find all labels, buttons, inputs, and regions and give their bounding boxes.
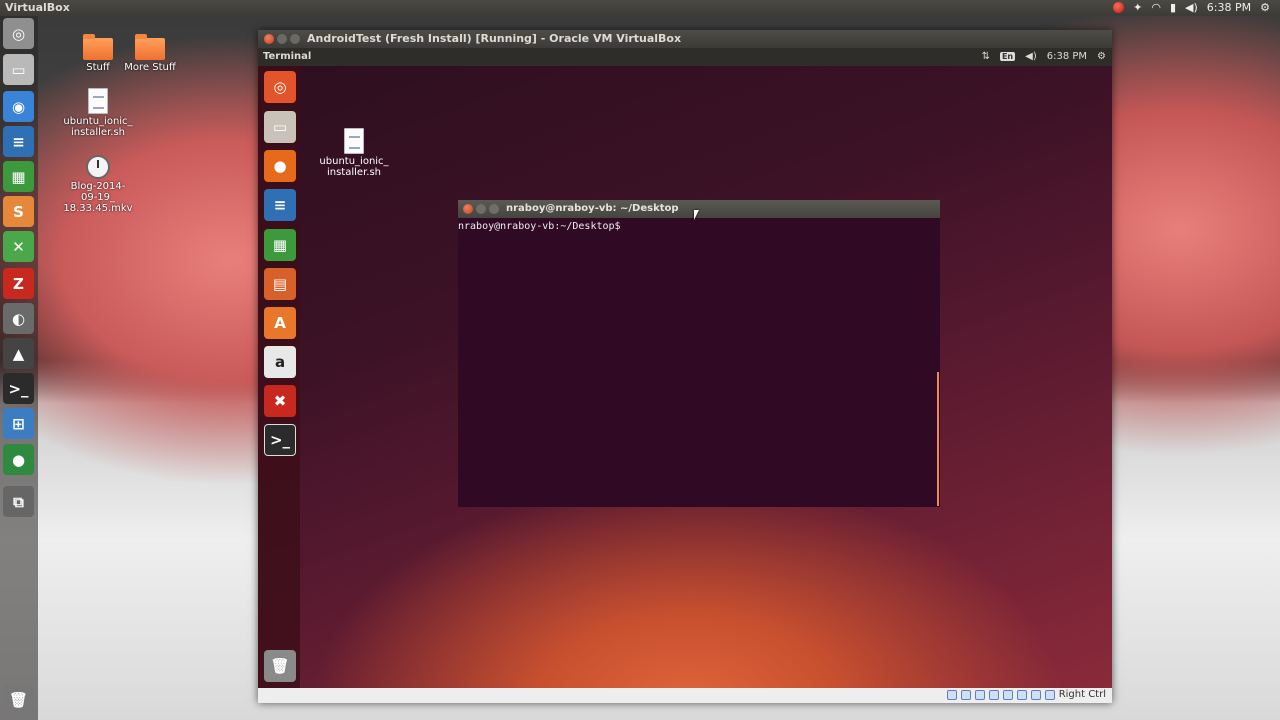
minimize-button[interactable] [277,34,287,44]
terminal-minimize-button[interactable] [476,204,486,214]
terminal-title: nraboy@nraboy-vb: ~/Desktop [506,203,679,214]
vbox-statusbar: Right Ctrl [258,688,1112,703]
desktop-item[interactable]: More Stuff [115,34,185,73]
desktop-item-label: Blog-2014-09-19_ 18.33.45.mkv [63,181,133,214]
mouse-cursor [694,210,699,220]
trash-icon[interactable]: 🗑 [264,650,296,682]
inkscape-icon[interactable]: ▲ [3,338,34,369]
dropbox-icon[interactable]: ✦ [1133,1,1142,14]
guest-clock[interactable]: 6:38 PM [1047,51,1087,62]
globe-icon[interactable]: ● [3,444,34,475]
status-icons: Right Ctrl [946,689,1106,700]
terminal-prompt: nraboy@nraboy-vb:~/Desktop$ [458,221,621,232]
terminal-body[interactable]: nraboy@nraboy-vb:~/Desktop$ [458,218,940,232]
mouse-integration-icon[interactable] [1044,689,1055,700]
calc-icon[interactable]: ▦ [264,229,296,261]
files-icon[interactable]: ▭ [3,54,34,85]
desktop-item[interactable]: ubuntu_ionic_ installer.sh [63,88,133,138]
virtualbox-window: AndroidTest (Fresh Install) [Running] - … [258,30,1112,703]
writer-icon[interactable]: ≡ [264,189,296,221]
vbox-title: AndroidTest (Fresh Install) [Running] - … [307,32,682,45]
recording-icon[interactable] [1030,689,1041,700]
guest-tray: ⇅ En ◀) 6:38 PM ⚙ [982,51,1106,62]
record-icon[interactable] [1113,2,1125,13]
harddisk-icon[interactable] [946,689,957,700]
workspace-icon[interactable]: ⧉ [3,486,34,517]
host-clock[interactable]: 6:38 PM [1207,1,1251,14]
calc-icon[interactable]: ▦ [3,161,34,192]
optical-drive-icon[interactable] [960,689,971,700]
tools-icon[interactable]: ✕ [3,231,34,262]
guest-screen[interactable]: ◎ ▭ ● ≡ ▦ ▤ Aa ✖ >_ 🗑 ubuntu_ionic_ installer.sh … [258,66,1112,688]
host-app-title: VirtualBox [5,1,70,14]
folder-icon [135,34,165,60]
host-key-label: Right Ctrl [1058,689,1106,700]
terminal-close-button[interactable] [463,204,473,214]
guest-launcher: ◎ ▭ ● ≡ ▦ ▤ Aa ✖ >_ 🗑 [258,66,300,688]
shared-folder-icon[interactable] [988,689,999,700]
monitor-icon[interactable]: ⊞ [3,408,34,439]
close-button[interactable] [264,34,274,44]
trash-icon[interactable]: 🗑 [3,684,34,715]
terminal-titlebar[interactable]: nraboy@nraboy-vb: ~/Desktop [458,200,940,218]
desktop-item-label: ubuntu_ionic_ installer.sh [63,116,133,138]
wifi-icon[interactable]: ◠ [1151,1,1161,14]
volume-icon[interactable]: ◀) [1025,51,1037,62]
host-launcher: ◎ ▭ ◉ ≡ ▦ S ✕ Z ◐ ▲ >_ ⊞ ● ⧉ 🗑 [0,16,38,720]
script-file-icon [88,88,108,114]
terminal-scrollbar[interactable] [937,372,939,506]
sublime-icon[interactable]: S [3,196,34,227]
network-adapter-icon[interactable] [1002,689,1013,700]
script-file-icon [344,128,364,154]
terminal-maximize-button[interactable] [489,204,499,214]
video-file-icon [86,155,110,179]
chromium-icon[interactable]: ◉ [3,91,34,122]
folder-icon [83,34,113,60]
firefox-icon[interactable]: ● [264,150,296,182]
guest-app-title: Terminal [263,51,312,62]
battery-icon[interactable]: ▮ [1170,1,1176,14]
terminal-icon[interactable]: >_ [3,373,34,404]
host-topbar: VirtualBox ✦ ◠ ▮ ◀) 6:38 PM ⚙ [0,0,1280,16]
vbox-titlebar[interactable]: AndroidTest (Fresh Install) [Running] - … [258,30,1112,48]
filezilla-icon[interactable]: Z [3,268,34,299]
guest-file-label: ubuntu_ionic_ installer.sh [319,156,389,178]
display-icon[interactable] [1016,689,1027,700]
writer-icon[interactable]: ≡ [3,126,34,157]
impress-icon[interactable]: ▤ [264,268,296,300]
dash-icon[interactable]: ◎ [3,18,34,49]
host-tray: ✦ ◠ ▮ ◀) 6:38 PM ⚙ [1113,1,1270,14]
camera-icon[interactable]: ◐ [3,303,34,334]
guest-topbar: Terminal ⇅ En ◀) 6:38 PM ⚙ [258,48,1112,66]
guest-desktop-file[interactable]: ubuntu_ionic_ installer.sh [316,128,392,178]
keyboard-layout[interactable]: En [999,52,1016,61]
settings-icon[interactable]: ✖ [264,385,296,417]
files-icon[interactable]: ▭ [264,111,296,143]
desktop-item-label: More Stuff [124,62,176,73]
desktop-item[interactable]: Blog-2014-09-19_ 18.33.45.mkv [63,155,133,214]
terminal-window[interactable]: nraboy@nraboy-vb: ~/Desktop nraboy@nrabo… [458,200,940,507]
software-center-icon[interactable]: A [264,307,296,339]
terminal-icon[interactable]: >_ [264,424,296,456]
gear-icon[interactable]: ⚙ [1260,1,1270,14]
amazon-icon[interactable]: a [264,346,296,378]
usb-icon[interactable] [974,689,985,700]
gear-icon[interactable]: ⚙ [1097,51,1106,62]
volume-icon[interactable]: ◀) [1185,1,1198,14]
dash-icon[interactable]: ◎ [264,71,296,103]
maximize-button[interactable] [290,34,300,44]
network-icon[interactable]: ⇅ [982,51,990,62]
